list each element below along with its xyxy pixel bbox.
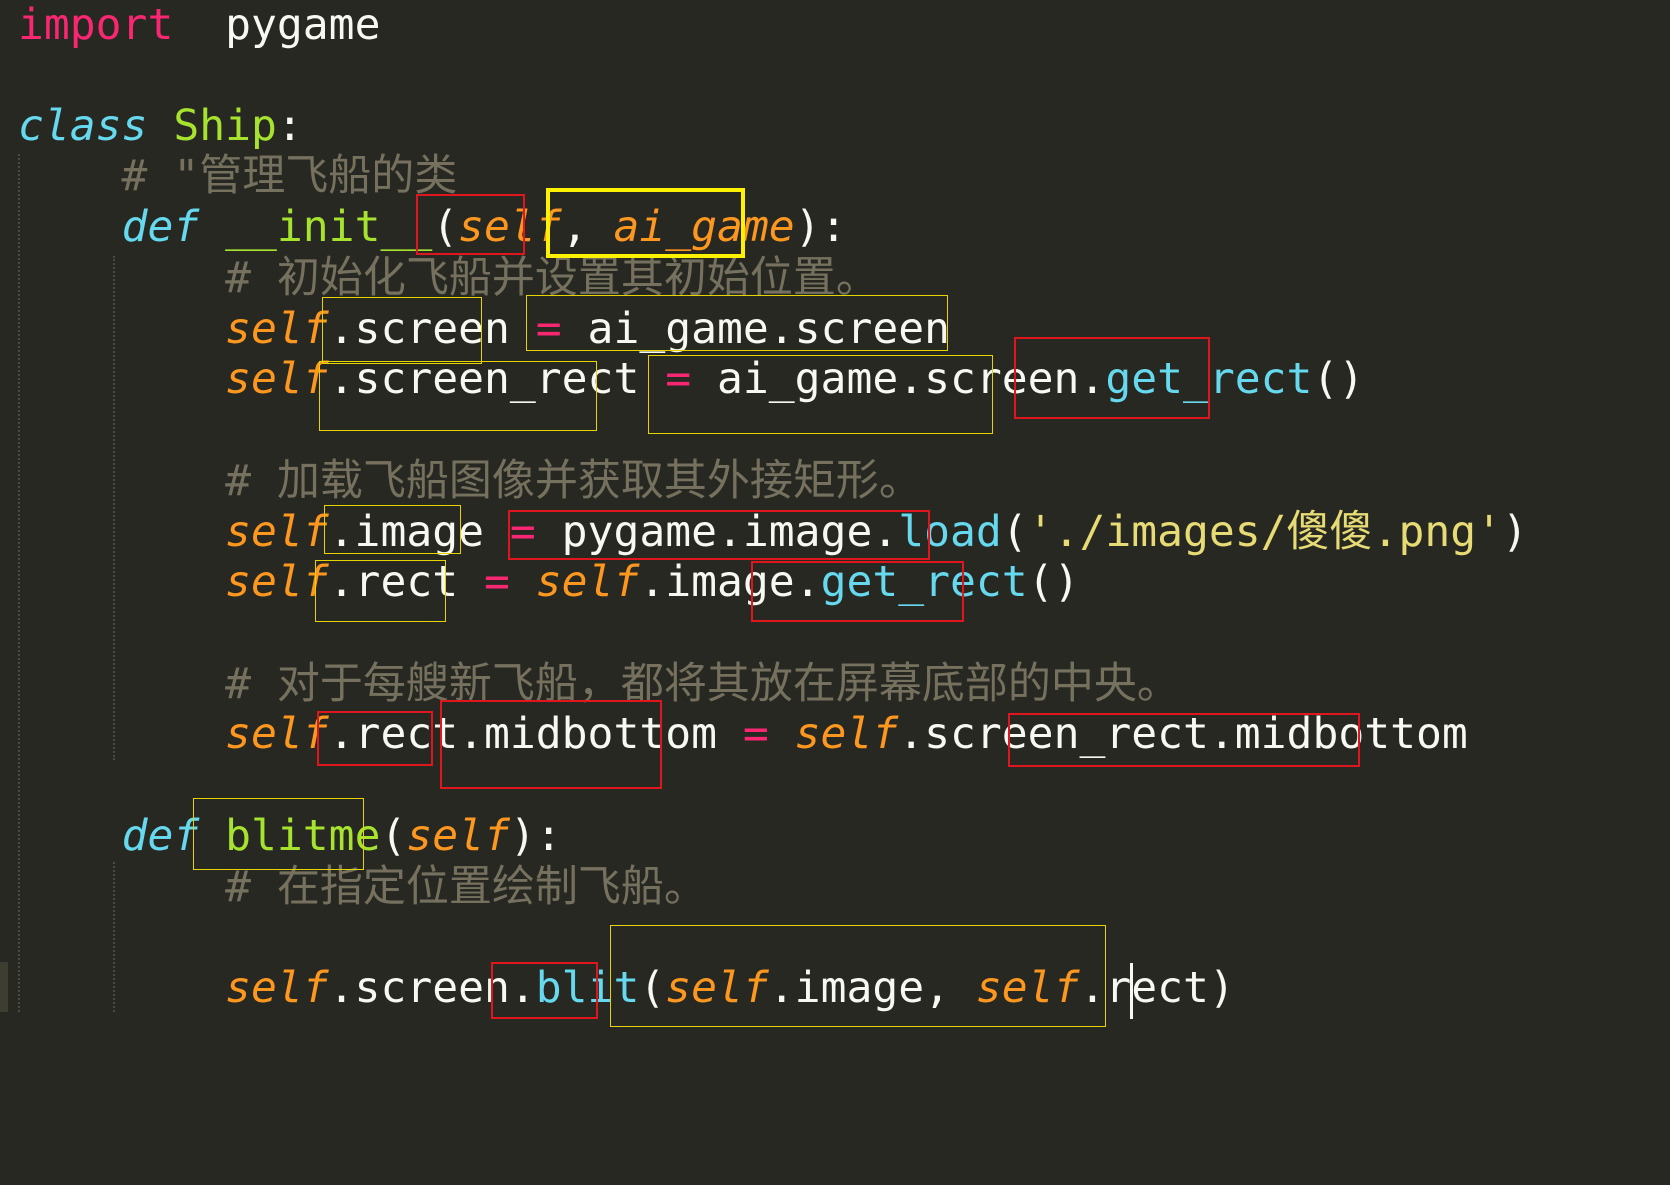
code-line[interactable]: self.image = pygame.image.load('./images… bbox=[18, 505, 1528, 559]
code-token: .screen_rect.midbottom bbox=[898, 709, 1468, 759]
code-line[interactable]: # 初始化飞船并设置其初始位置。 bbox=[18, 251, 879, 305]
code-line[interactable]: # 对于每艘新飞船，都将其放在屏幕底部的中央。 bbox=[18, 657, 1180, 711]
code-token: load bbox=[898, 507, 1002, 557]
code-token: ( bbox=[432, 202, 459, 252]
code-token: def bbox=[121, 202, 200, 252]
code-token: self bbox=[665, 963, 769, 1013]
code-token: './images/傻傻.png' bbox=[1027, 507, 1502, 557]
code-token: ( bbox=[639, 963, 666, 1013]
code-token: self bbox=[535, 557, 640, 607]
code-token: ): bbox=[794, 202, 847, 252]
code-token: self bbox=[794, 709, 899, 759]
code-token: ( bbox=[380, 811, 407, 861]
code-token: , bbox=[561, 202, 614, 252]
code-editor[interactable]: import pygame class Ship: # "管理飞船的类 def … bbox=[0, 0, 1670, 1185]
code-token: ai_game bbox=[613, 202, 795, 252]
code-token: blit bbox=[535, 963, 640, 1013]
code-token: self bbox=[225, 304, 329, 354]
code-token: .screen_rect bbox=[328, 354, 666, 404]
code-token: # 对于每艘新飞船，都将其放在屏幕底部的中央。 bbox=[18, 659, 1180, 709]
code-token: = bbox=[484, 557, 510, 607]
code-token: self bbox=[225, 557, 329, 607]
code-token: .image, bbox=[768, 963, 976, 1013]
code-token: ) bbox=[1502, 507, 1528, 557]
code-line[interactable]: class Ship: bbox=[18, 99, 303, 153]
code-token: ): bbox=[509, 811, 562, 861]
code-token: import bbox=[18, 0, 174, 50]
code-token: class bbox=[18, 101, 148, 151]
code-token: ai_game.screen bbox=[561, 304, 950, 354]
code-token: ( bbox=[1001, 507, 1028, 557]
code-token: .image bbox=[328, 507, 510, 557]
code-line[interactable]: import pygame bbox=[18, 0, 380, 52]
code-token: = bbox=[742, 709, 769, 759]
code-token: # 在指定位置绘制飞船。 bbox=[18, 862, 707, 912]
code-token: get_rect bbox=[820, 557, 1028, 607]
code-token: # 加载飞船图像并获取其外接矩形。 bbox=[18, 456, 922, 506]
code-token: .rect) bbox=[1079, 963, 1235, 1013]
code-token: = bbox=[535, 304, 562, 354]
code-line[interactable]: self.screen = ai_game.screen bbox=[18, 302, 950, 356]
code-line[interactable]: self.rect = self.image.get_rect() bbox=[18, 555, 1079, 609]
code-token: self bbox=[975, 963, 1080, 1013]
code-token: .image. bbox=[639, 557, 821, 607]
code-token: Ship bbox=[173, 101, 277, 151]
code-token: () bbox=[1312, 354, 1365, 404]
code-token: # "管理飞船的类 bbox=[18, 151, 458, 201]
code-line[interactable]: self.screen.blit(self.image, self.rect) bbox=[18, 961, 1235, 1015]
code-token: .rect bbox=[328, 557, 485, 607]
code-token: pygame bbox=[225, 0, 381, 50]
code-token: .rect.midbottom bbox=[328, 709, 743, 759]
code-token: .screen. bbox=[328, 963, 536, 1013]
code-line[interactable]: # 在指定位置绘制飞船。 bbox=[18, 860, 707, 914]
code-token: self bbox=[225, 507, 329, 557]
code-token: pygame.image. bbox=[535, 507, 899, 557]
code-line[interactable]: def __init__(self, ai_game): bbox=[18, 200, 847, 254]
code-token: __init__ bbox=[225, 202, 433, 252]
code-token: self bbox=[406, 811, 510, 861]
code-token: = bbox=[665, 354, 692, 404]
code-token: def bbox=[121, 811, 200, 861]
code-token: self bbox=[458, 202, 562, 252]
code-line[interactable]: self.rect.midbottom = self.screen_rect.m… bbox=[18, 707, 1468, 761]
code-line[interactable]: # 加载飞船图像并获取其外接矩形。 bbox=[18, 454, 922, 508]
code-token: = bbox=[509, 507, 536, 557]
code-line[interactable]: def blitme(self): bbox=[18, 809, 562, 863]
code-token: : bbox=[276, 101, 303, 151]
code-token: self bbox=[225, 709, 329, 759]
code-token: () bbox=[1027, 557, 1080, 607]
code-token: get_rect bbox=[1105, 354, 1313, 404]
code-line[interactable]: # "管理飞船的类 bbox=[18, 149, 458, 203]
code-token: blitme bbox=[225, 811, 381, 861]
code-token: .screen bbox=[328, 304, 536, 354]
code-token: ai_game.screen. bbox=[691, 354, 1106, 404]
code-line[interactable]: self.screen_rect = ai_game.screen.get_re… bbox=[18, 352, 1364, 406]
current-line-marker bbox=[0, 962, 8, 1012]
code-token: self bbox=[225, 963, 329, 1013]
text-cursor bbox=[1130, 963, 1133, 1019]
code-token: # 初始化飞船并设置其初始位置。 bbox=[18, 253, 879, 303]
code-token: self bbox=[225, 354, 329, 404]
